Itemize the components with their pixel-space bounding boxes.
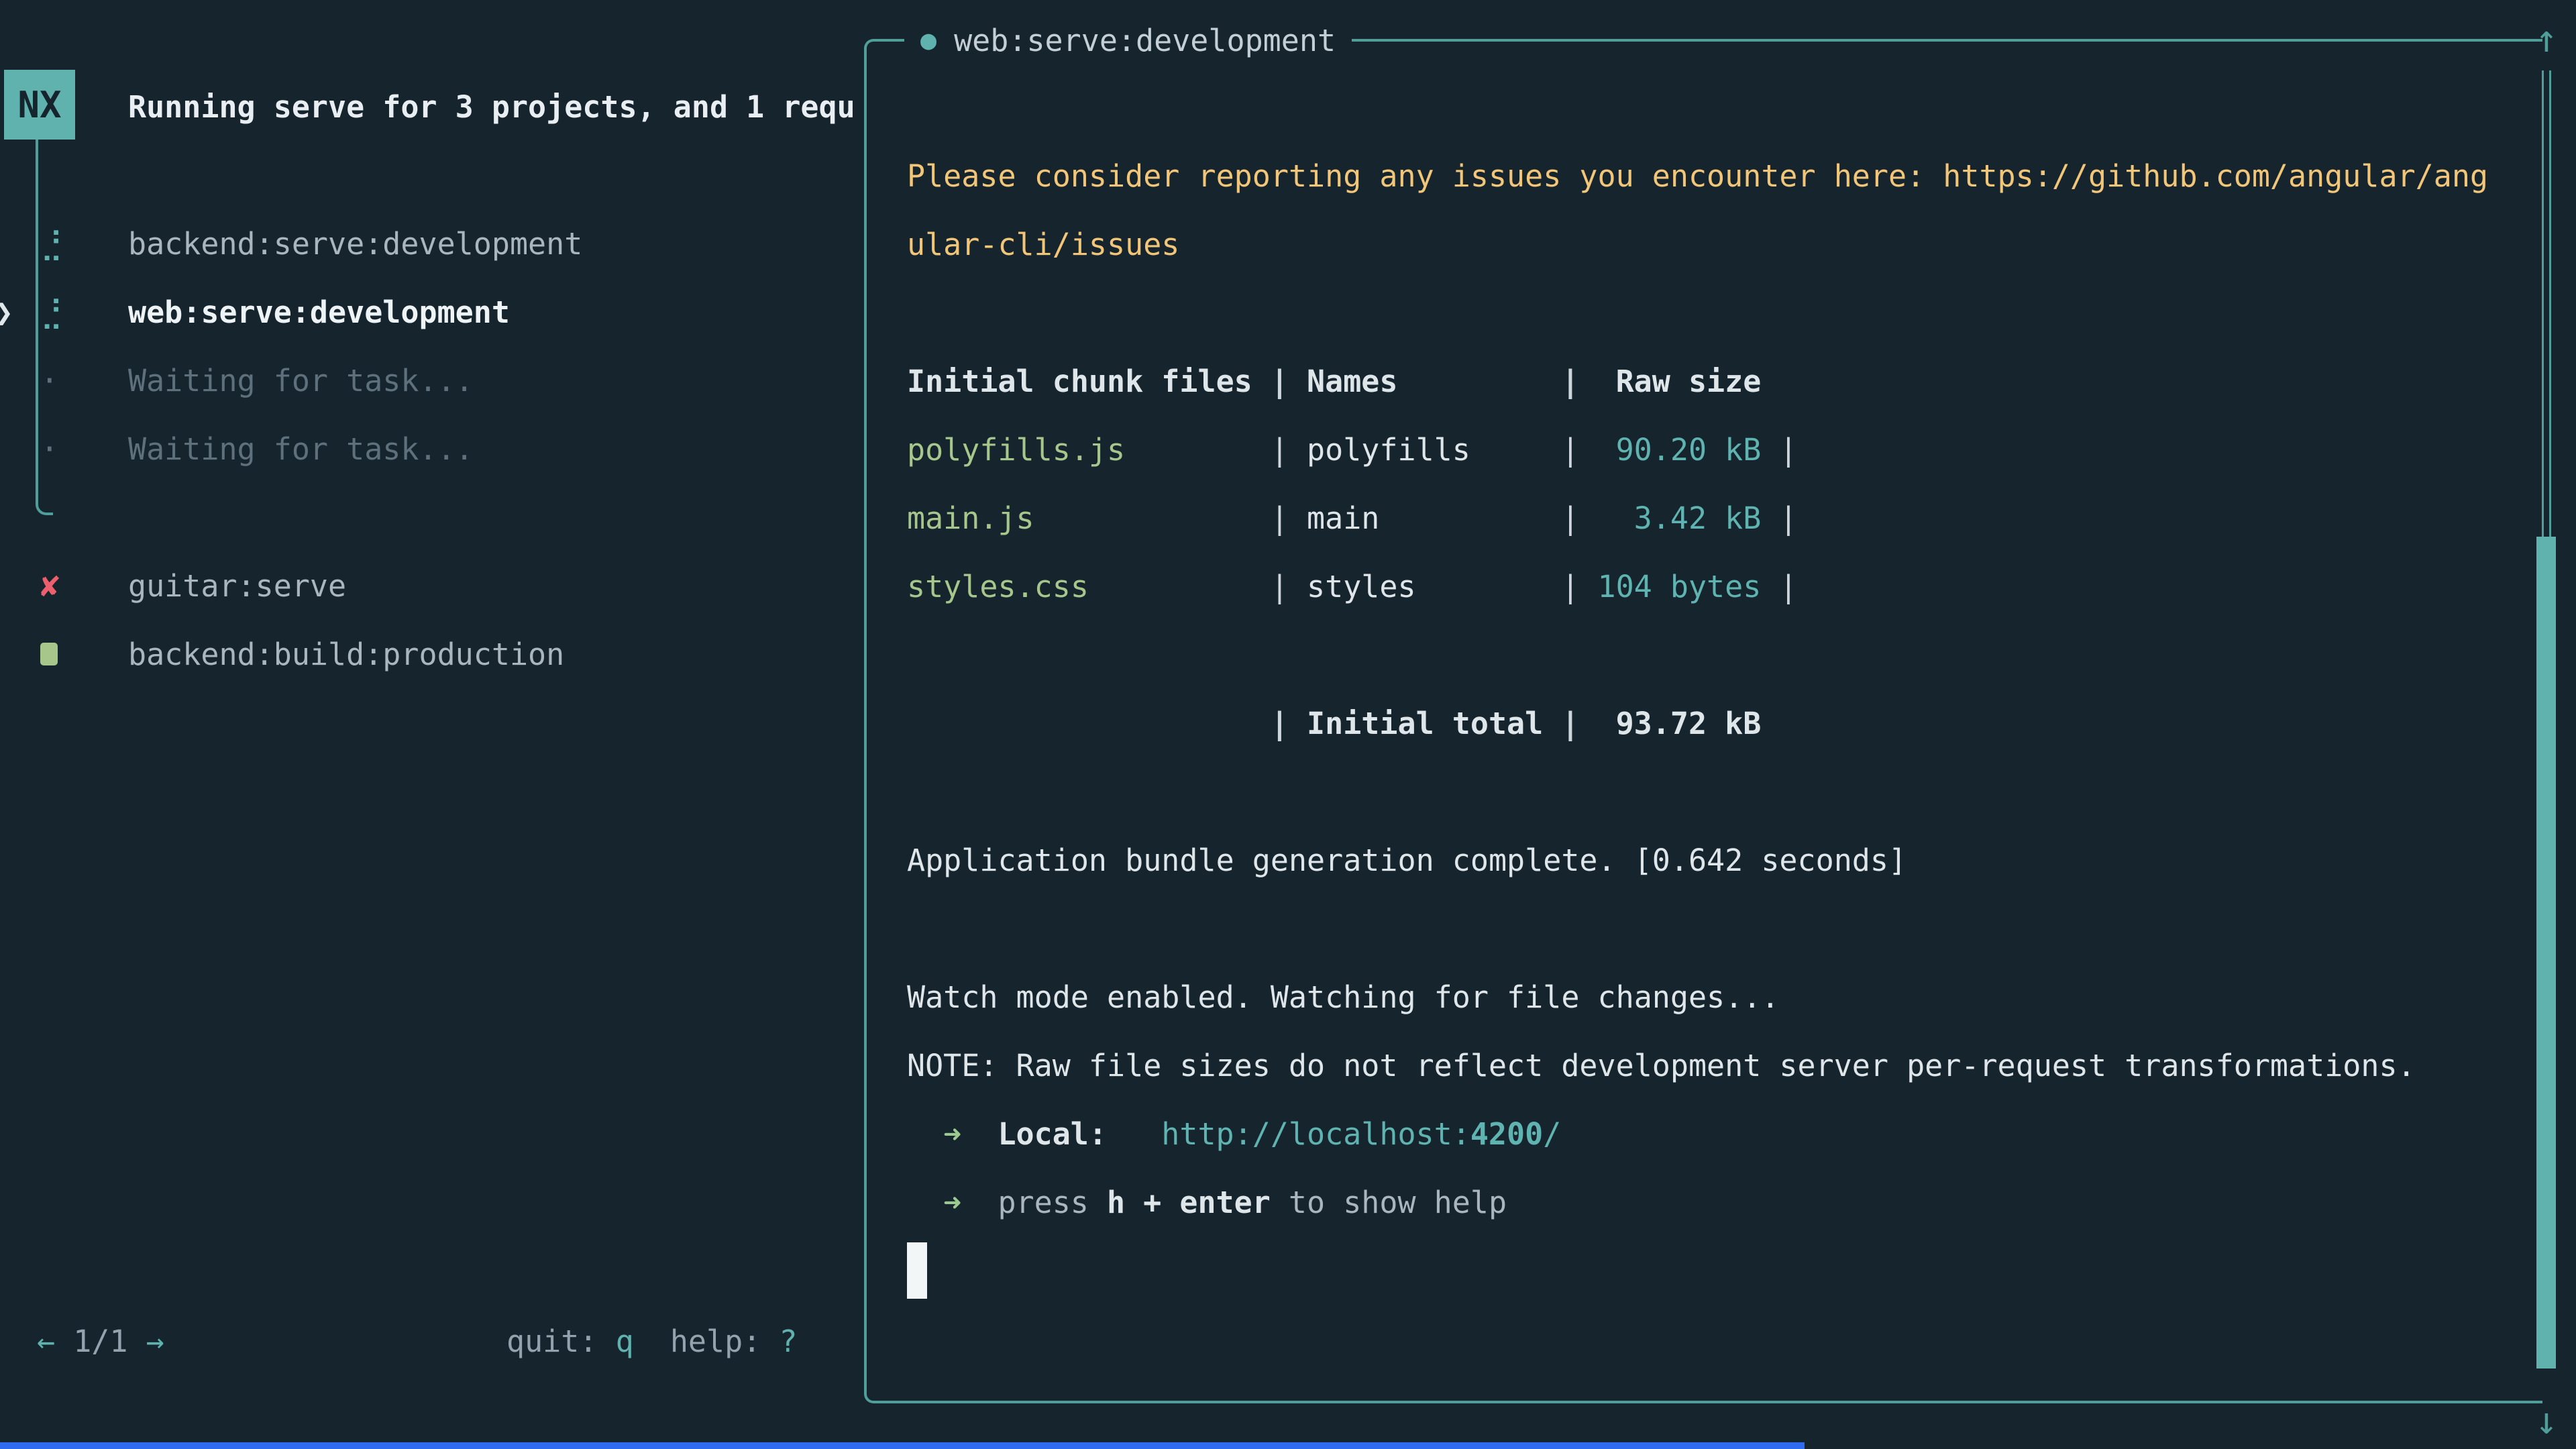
success-square-icon xyxy=(40,643,128,665)
task-label: Waiting for task... xyxy=(128,431,474,467)
sidebar-task-waiting-1[interactable]: · Waiting for task... xyxy=(40,346,474,415)
table-row: polyfills.js| polyfills| 90.20 kB | xyxy=(907,415,2504,484)
task-label: Waiting for task... xyxy=(128,363,474,398)
blank-line xyxy=(907,757,2504,826)
spinner-icon: ⣘ xyxy=(40,225,128,262)
error-cross-icon: ✘ xyxy=(40,567,128,604)
local-label: Local: xyxy=(998,1116,1107,1152)
sidebar-task-web-serve[interactable]: ⣘ web:serve:development xyxy=(40,278,510,346)
waiting-dot-icon: · xyxy=(40,431,128,467)
arrow-icon: ➜ xyxy=(943,1185,961,1220)
blank-line xyxy=(907,894,2504,963)
blank-line xyxy=(907,278,2504,347)
notice-line: Please consider reporting any issues you… xyxy=(907,142,2504,210)
chunk-size: 104 bytes xyxy=(1598,569,1762,604)
arrow-icon: ➜ xyxy=(943,1116,961,1152)
col-header-names: Names xyxy=(1307,364,1561,399)
bottom-blue-bar xyxy=(0,1442,1805,1449)
help-hint-label: help: xyxy=(634,1324,780,1359)
page-title: Running serve for 3 projects, and 1 requ xyxy=(128,72,855,141)
running-dot-icon: ● xyxy=(920,25,936,56)
page-indicator xyxy=(55,1324,73,1359)
blank-line xyxy=(907,621,2504,689)
notice-line: ular-cli/issues xyxy=(907,210,2504,278)
col-header-raw-size: Raw size xyxy=(1598,364,1762,399)
column-separator: | xyxy=(1561,569,1597,604)
panel-title-text: web:serve:development xyxy=(954,23,1336,58)
column-separator: | xyxy=(1561,706,1597,741)
column-separator: | xyxy=(1561,432,1597,468)
help-keys: h + enter xyxy=(1107,1185,1271,1220)
sidebar-task-backend-serve[interactable]: ⣘ backend:serve:development xyxy=(40,209,582,278)
column-separator: | xyxy=(1271,364,1307,399)
terminal-output: Please consider reporting any issues you… xyxy=(907,142,2504,1305)
help-hint-line: ➜ press h + enter to show help xyxy=(907,1168,2504,1236)
table-header: Initial chunk files | Names| Raw size xyxy=(907,347,2504,415)
spinner-icon: ⣘ xyxy=(40,294,128,330)
sidebar-footer: ← 1/1 → quit: q help: ? xyxy=(37,1307,802,1375)
scroll-down-icon[interactable]: ↓ xyxy=(2526,1394,2567,1448)
col-header-files: Initial chunk files xyxy=(907,364,1271,399)
chunk-file: polyfills.js xyxy=(907,432,1271,468)
task-label: web:serve:development xyxy=(128,294,510,330)
sidebar-task-guitar-serve[interactable]: ✘ guitar:serve xyxy=(40,551,346,620)
column-separator: | xyxy=(1761,500,1797,536)
column-separator: | xyxy=(1271,432,1307,468)
page-indicator: 1/1 xyxy=(73,1324,127,1359)
chunk-name: polyfills xyxy=(1307,432,1561,468)
help-hint-key: ? xyxy=(779,1324,797,1359)
column-separator: | xyxy=(1271,569,1307,604)
task-label: backend:build:production xyxy=(128,637,564,672)
total-size: 93.72 kB xyxy=(1598,706,1762,741)
table-total-row: | Initial total| 93.72 kB xyxy=(907,689,2504,757)
chunk-size: 90.20 kB xyxy=(1598,432,1762,468)
panel-title: ● web:serve:development xyxy=(904,6,1352,74)
help-prefix: press xyxy=(998,1185,1107,1220)
url-slash: / xyxy=(1543,1116,1561,1152)
quit-hint-label: quit: xyxy=(506,1324,616,1359)
task-label: guitar:serve xyxy=(128,568,346,604)
column-separator: | xyxy=(1271,500,1307,536)
chunk-file: main.js xyxy=(907,500,1271,536)
terminal-cursor xyxy=(907,1242,927,1299)
chunk-size: 3.42 kB xyxy=(1598,500,1762,536)
bundle-complete-line: Application bundle generation complete. … xyxy=(907,826,2504,894)
table-row: styles.css| styles| 104 bytes | xyxy=(907,552,2504,621)
cursor-line xyxy=(907,1236,2504,1305)
url-port: 4200 xyxy=(1470,1116,1543,1152)
nx-logo: NX xyxy=(4,70,75,140)
help-suffix: to show help xyxy=(1271,1185,1507,1220)
chunk-name: styles xyxy=(1307,569,1561,604)
column-separator: | xyxy=(1761,432,1797,468)
waiting-dot-icon: · xyxy=(40,362,128,398)
chunk-file: styles.css xyxy=(907,569,1271,604)
sidebar-task-backend-build[interactable]: backend:build:production xyxy=(40,620,564,688)
scrollbar-thumb[interactable] xyxy=(2536,537,2556,1368)
column-separator: | xyxy=(1561,500,1597,536)
column-separator: | xyxy=(1561,364,1597,399)
note-line: NOTE: Raw file sizes do not reflect deve… xyxy=(907,1031,2504,1099)
column-separator: | xyxy=(1271,706,1307,741)
page-next-arrow[interactable]: → xyxy=(146,1324,164,1359)
column-separator: | xyxy=(1761,569,1797,604)
total-label: Initial total xyxy=(1307,706,1561,741)
keyboard-hints: quit: q help: ? xyxy=(506,1324,798,1359)
page-indicator xyxy=(127,1324,146,1359)
task-label: backend:serve:development xyxy=(128,226,582,262)
chunk-name: main xyxy=(1307,500,1561,536)
scroll-up-icon[interactable]: ↑ xyxy=(2526,12,2567,66)
url-prefix: http://localhost: xyxy=(1161,1116,1470,1152)
quit-hint-key: q xyxy=(616,1324,634,1359)
sidebar-task-waiting-2[interactable]: · Waiting for task... xyxy=(40,415,474,483)
page-prev-arrow[interactable]: ← xyxy=(37,1324,55,1359)
localhost-link[interactable]: http://localhost:4200/ xyxy=(1161,1116,1561,1152)
local-url-line: ➜ Local: http://localhost:4200/ xyxy=(907,1099,2504,1168)
selected-chevron-icon: ❯ xyxy=(0,278,13,346)
table-row: main.js| main| 3.42 kB | xyxy=(907,484,2504,552)
watch-mode-line: Watch mode enabled. Watching for file ch… xyxy=(907,963,2504,1031)
